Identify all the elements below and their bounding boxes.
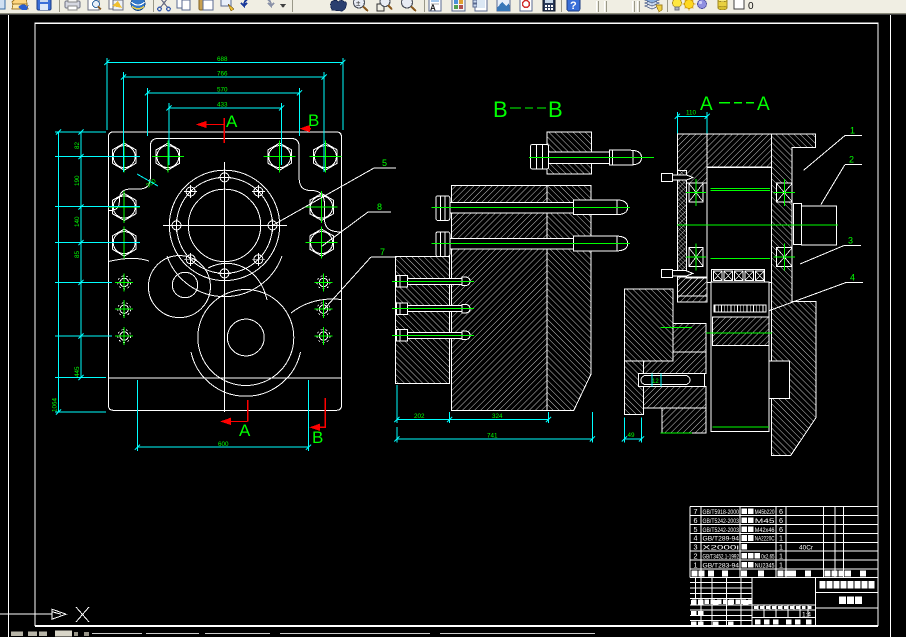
svg-text:A: A (430, 4, 436, 13)
svg-text:6: 6 (779, 516, 783, 525)
svg-text:GB/T5242-2003: GB/T5242-2003 (703, 518, 740, 525)
svg-text:A: A (757, 94, 770, 115)
svg-text:NU2345: NU2345 (755, 563, 775, 569)
svg-text:3: 3 (848, 236, 853, 246)
svg-text:49: 49 (628, 432, 636, 439)
svg-text:1: 1 (779, 543, 783, 552)
svg-text:GB/T5918-2000: GB/T5918-2000 (703, 509, 740, 516)
svg-text:6: 6 (779, 525, 783, 534)
svg-text:B: B (308, 111, 319, 130)
svg-text:1: 1 (779, 534, 783, 543)
svg-text:B: B (493, 97, 508, 122)
svg-text:140: 140 (74, 216, 81, 227)
svg-text:A: A (700, 94, 713, 115)
svg-text:766: 766 (217, 71, 228, 78)
svg-text:1: 1 (850, 126, 855, 136)
svg-text:M42x46: M42x46 (755, 528, 775, 534)
svg-text:40Cr: 40Cr (799, 545, 814, 552)
svg-text:110: 110 (686, 110, 697, 117)
svg-text:1: 1 (779, 560, 783, 569)
svg-text:5: 5 (694, 525, 698, 534)
svg-text:2: 2 (849, 155, 854, 165)
svg-text:6: 6 (779, 507, 783, 516)
svg-text:4: 4 (850, 273, 855, 283)
svg-text:190: 190 (74, 175, 81, 186)
svg-text:±: ± (356, 0, 361, 8)
svg-text:570: 570 (217, 86, 228, 93)
svg-text:GB/T3452.1-1992: GB/T3452.1-1992 (703, 554, 740, 561)
svg-text:1064: 1064 (52, 397, 59, 412)
svg-text:12: 12 (652, 379, 659, 385)
svg-text:?: ? (570, 0, 577, 12)
svg-text:7: 7 (694, 507, 698, 516)
svg-text:741: 741 (487, 433, 498, 440)
svg-text:GB/T283-94: GB/T283-94 (703, 562, 740, 569)
svg-text:8: 8 (377, 202, 382, 212)
svg-text:688: 688 (217, 56, 228, 63)
svg-text:B: B (548, 97, 563, 122)
svg-text:GB/T289-94: GB/T289-94 (703, 536, 740, 543)
svg-text:82: 82 (74, 141, 81, 149)
svg-text:324: 324 (492, 413, 503, 420)
svg-text:6: 6 (694, 516, 698, 525)
svg-text:X2000i: X2000i (703, 545, 740, 552)
svg-text:A: A (226, 112, 238, 131)
svg-text:433: 433 (217, 101, 228, 108)
svg-text:3: 3 (694, 543, 698, 552)
svg-text:1: 1 (779, 552, 783, 561)
svg-text:7: 7 (380, 247, 385, 257)
svg-text:NA2220C: NA2220C (755, 537, 775, 543)
svg-text:0x2.65: 0x2.65 (761, 555, 775, 561)
svg-text:2: 2 (694, 552, 698, 561)
svg-text:4: 4 (694, 534, 698, 543)
svg-text:M45: M45 (755, 519, 776, 525)
svg-text:202: 202 (414, 413, 425, 420)
svg-text:GB/T5242-2003: GB/T5242-2003 (703, 527, 740, 534)
svg-text:85: 85 (74, 250, 81, 258)
svg-text:600: 600 (218, 441, 229, 448)
svg-text:M45b220: M45b220 (755, 510, 775, 516)
svg-text:0: 0 (748, 1, 754, 12)
svg-text:1: 1 (694, 560, 698, 569)
svg-text:A: A (239, 421, 251, 440)
svg-text:5: 5 (382, 158, 387, 168)
svg-text:445: 445 (74, 366, 81, 377)
svg-text:1:4: 1:4 (802, 612, 811, 619)
svg-text:B: B (312, 428, 323, 447)
